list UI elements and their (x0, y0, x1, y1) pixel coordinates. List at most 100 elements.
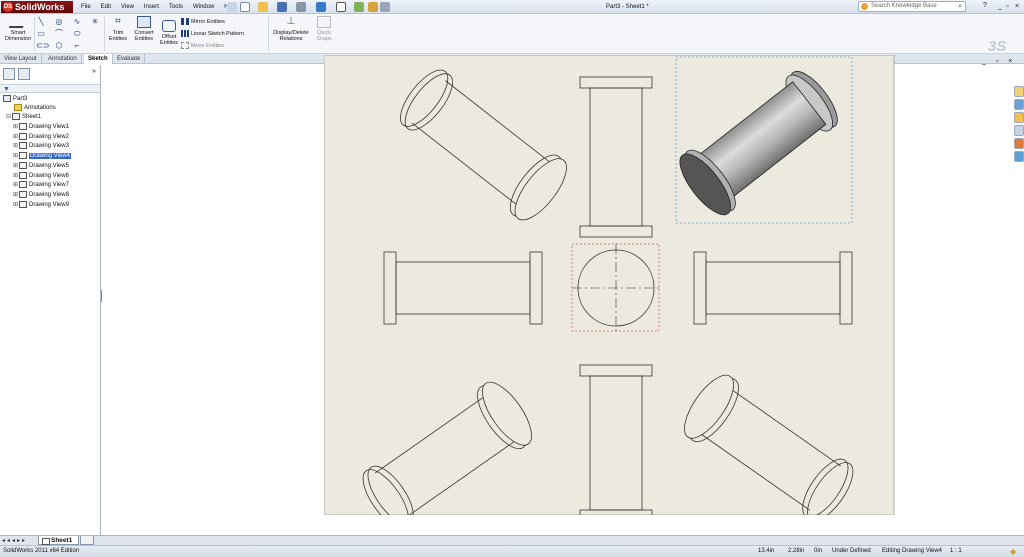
status-z-coordinate: 0in (814, 548, 823, 554)
tab-sketch[interactable]: Sketch (84, 54, 113, 64)
expand-panel-icon[interactable]: » (92, 68, 96, 75)
slot-icon[interactable]: ⊂⊃ (36, 42, 49, 50)
feature-tree-icon[interactable] (3, 68, 15, 80)
rebuild-icon[interactable] (354, 2, 364, 12)
ribbon-separator (104, 17, 105, 51)
tree-view-label: Drawing View2 (29, 133, 69, 140)
tree-view-item[interactable]: ⊞ Drawing View1 (13, 123, 69, 131)
relations-label: Display/Delete Relations (273, 30, 309, 42)
sheet-icon (12, 113, 20, 120)
trim-entities-button[interactable]: ⌗ Trim Entities (106, 16, 130, 42)
rebuild-status-icon[interactable]: ◆ (1010, 546, 1016, 557)
document-title: Part3 - Sheet1 * (606, 4, 649, 10)
convert-entities-button[interactable]: Convert Entities (131, 16, 157, 42)
tree-view-item[interactable]: ⊞ Drawing View3 (13, 142, 69, 150)
feature-manager-toolbar: » (0, 68, 101, 80)
search-knowledge-base-input[interactable]: Search Knowledge Base ⌕ (858, 1, 966, 12)
tab-annotation[interactable]: Annotation (44, 54, 82, 64)
fillet-icon[interactable]: ⌐ (72, 42, 82, 50)
arc-icon[interactable]: ⌒ (54, 30, 64, 38)
tree-view-item-selected[interactable]: ⊞ Drawing View4 (13, 152, 71, 160)
file-properties-icon[interactable] (368, 2, 378, 12)
polygon-icon[interactable]: ⬡ (54, 42, 64, 50)
tree-root[interactable]: Part3 (3, 95, 27, 103)
drawing-view-icon (19, 181, 27, 189)
new-document-icon[interactable] (240, 2, 250, 12)
tree-view-item[interactable]: ⊞ Drawing View7 (13, 181, 69, 189)
tree-view-item[interactable]: ⊞ Drawing View2 (13, 132, 69, 141)
spline-icon[interactable]: ∿ (72, 18, 82, 26)
solidworks-logo[interactable]: DS SolidWorks (1, 1, 73, 13)
options-icon[interactable] (380, 2, 390, 12)
ellipse-icon[interactable]: ⬭ (72, 30, 82, 38)
move-icon (181, 42, 189, 49)
move-entities-button[interactable]: Move Entities (181, 42, 224, 50)
drawing-view-icon (19, 152, 27, 160)
relations-icon: ⊥ (286, 16, 296, 27)
ribbon-separator (268, 17, 269, 51)
tree-view-item[interactable]: ⊞ Drawing View9 (13, 200, 69, 209)
close-button[interactable]: × (1015, 1, 1019, 12)
tree-root-label: Part3 (13, 96, 28, 103)
tree-annotations[interactable]: Annotations (14, 104, 56, 112)
property-manager-icon[interactable] (18, 68, 30, 80)
mirror-label: Mirror Entities (191, 18, 225, 25)
add-sheet-icon[interactable] (80, 536, 94, 545)
offset-entities-button[interactable]: Offset Entities (158, 20, 180, 46)
tree-filter[interactable]: ▼ (0, 84, 100, 93)
trim-icon: ⌗ (115, 16, 121, 27)
open-folder-icon[interactable] (258, 2, 268, 12)
sheet-nav-arrows[interactable]: ◂◂◂▸▸ (2, 537, 27, 545)
circle-icon[interactable]: ◎ (54, 18, 64, 26)
status-bar: SolidWorks 2011 x64 Edition 13.4in 2.28i… (0, 545, 1024, 557)
restore-button[interactable]: ▫ (1006, 1, 1008, 12)
sheet-tab[interactable]: Sheet1 (38, 536, 80, 545)
smart-dimension-button[interactable]: Smart Dimension (4, 16, 32, 42)
menu-view[interactable]: View (116, 2, 139, 12)
feature-manager-panel: » ▼ Part3 Annotations ⊟ Sheet1 ⊞ Drawing V… (0, 65, 101, 535)
rectangle-icon[interactable]: ▭ (36, 30, 46, 38)
tree-view-item[interactable]: ⊞ Drawing View5 (13, 161, 69, 170)
menu-tools[interactable]: Tools (164, 2, 188, 12)
status-edition: SolidWorks 2011 x64 Edition (3, 548, 80, 554)
print-icon[interactable] (296, 2, 306, 12)
drawing-icon (3, 95, 11, 102)
minimize-button[interactable]: _ (998, 1, 1002, 12)
pattern-icon (181, 30, 189, 37)
dimension-icon (8, 16, 28, 28)
filter-icon: ▼ (3, 86, 10, 93)
line-icon[interactable]: ╲ (36, 18, 46, 26)
tree-view-label: Drawing View3 (29, 143, 69, 150)
annotations-icon (14, 104, 22, 111)
point-icon[interactable]: ✳ (90, 18, 100, 26)
menu-file[interactable]: File (76, 2, 96, 12)
select-arrow-icon[interactable] (336, 2, 346, 12)
undo-icon[interactable] (316, 2, 326, 12)
menu-insert[interactable]: Insert (139, 2, 164, 12)
menu-window[interactable]: Window (188, 2, 219, 12)
pin-icon[interactable] (227, 2, 237, 12)
tree-sheet[interactable]: ⊟ Sheet1 (6, 113, 41, 121)
menu-edit[interactable]: Edit (96, 2, 116, 12)
status-y-coordinate: 2.28in (788, 548, 805, 554)
mirror-entities-button[interactable]: Mirror Entities (181, 18, 225, 26)
offset-label: Offset Entities (159, 34, 179, 46)
tab-evaluate[interactable]: Evaluate (113, 54, 146, 64)
drawing-view-icon (19, 200, 27, 208)
status-scale[interactable]: 1 : 1 (950, 546, 962, 557)
smart-dimension-label: Smart Dimension (5, 30, 31, 42)
search-icon[interactable]: ⌕ (958, 2, 962, 11)
ribbon-separator (34, 17, 35, 51)
quick-snaps-button[interactable]: Quick Snaps (314, 16, 334, 42)
trim-label: Trim Entities (108, 30, 128, 42)
help-icon[interactable]: ? (983, 2, 987, 9)
tree-view-item[interactable]: ⊞ Drawing View8 (13, 190, 69, 199)
save-icon[interactable] (277, 2, 287, 12)
tab-view-layout[interactable]: View Layout (0, 54, 42, 64)
tree-view-label: Drawing View9 (29, 201, 69, 208)
solidworks-search-icon (861, 3, 868, 10)
tree-view-item[interactable]: ⊞ Drawing View6 (13, 171, 69, 180)
drawing-sheet[interactable] (324, 55, 1024, 515)
display-delete-relations-button[interactable]: ⊥ Display/Delete Relations (270, 16, 312, 42)
linear-sketch-pattern-button[interactable]: Linear Sketch Pattern (181, 30, 244, 38)
